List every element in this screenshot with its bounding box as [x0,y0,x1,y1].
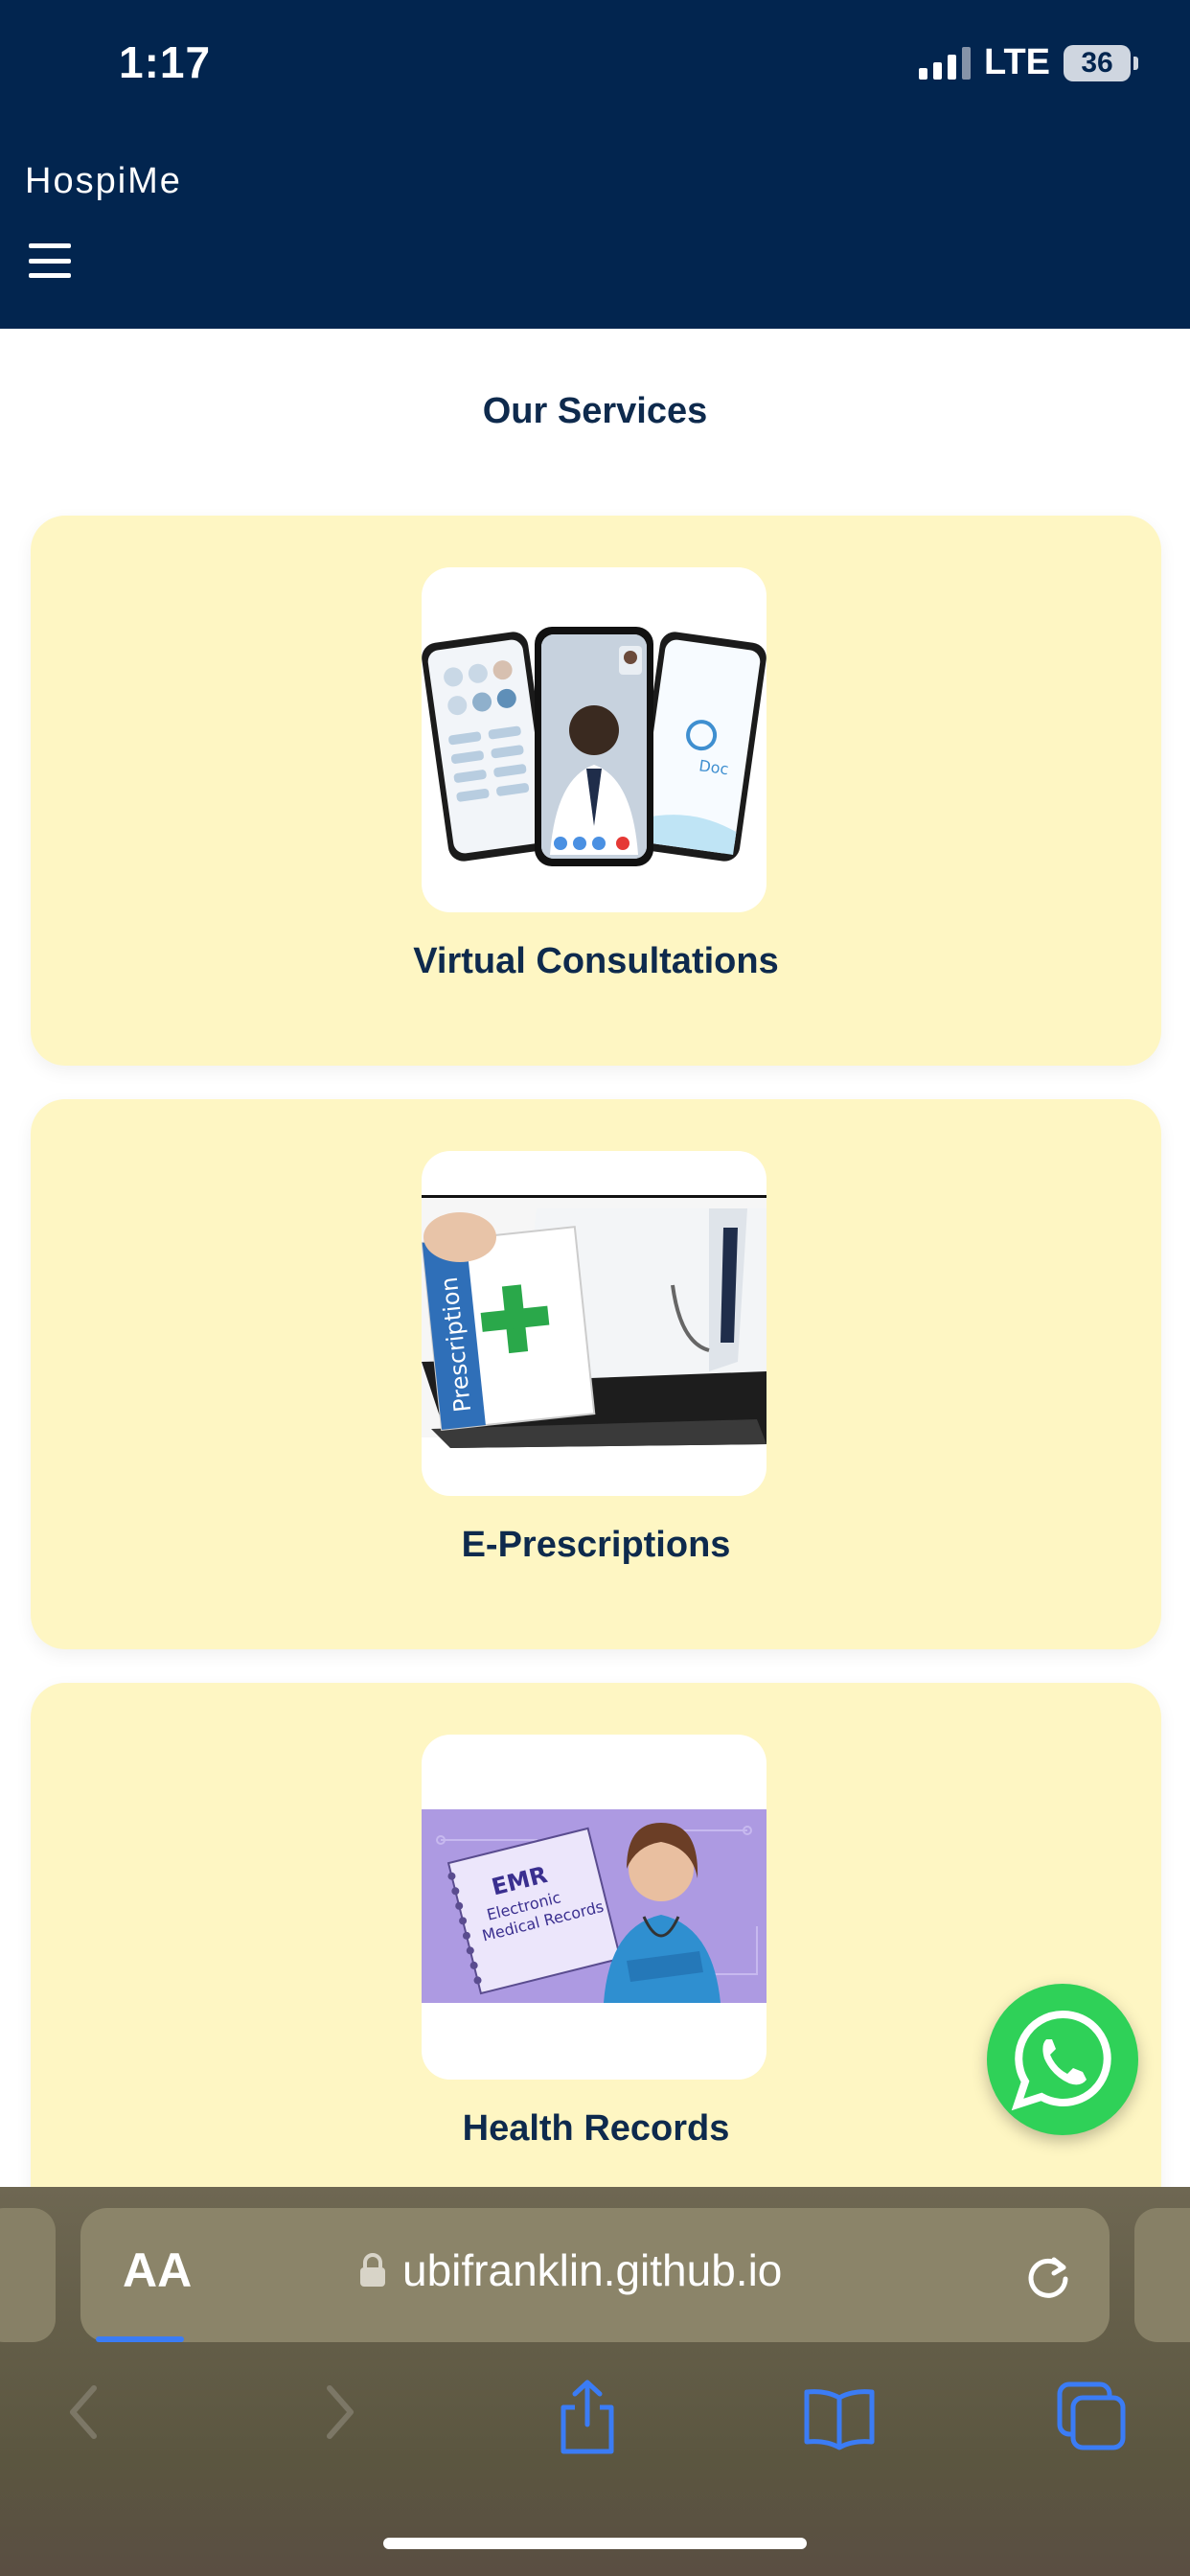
brand-name[interactable]: HospiMe [25,161,182,202]
service-card-e-prescriptions[interactable]: Prescription E-Prescriptions [31,1099,1161,1649]
next-tab-preview[interactable] [1134,2208,1190,2342]
tabs-icon[interactable] [1054,2379,1131,2459]
browser-bottom-bar: AA ubifranklin.github.io [0,2187,1190,2576]
share-icon[interactable] [554,2379,621,2459]
section-title: Our Services [482,391,708,431]
back-icon[interactable] [59,2379,107,2450]
url-text: ubifranklin.github.io [402,2245,783,2295]
status-time: 1:17 [119,37,212,87]
bookmarks-icon[interactable] [801,2379,878,2459]
previous-tab-preview[interactable] [0,2208,56,2342]
app-header: 1:17 LTE 36 HospiMe [0,0,1190,329]
signal-icon [919,46,972,80]
lock-icon [360,2253,385,2287]
hamburger-icon[interactable] [29,243,71,278]
address-bar[interactable]: AA ubifranklin.github.io [80,2208,1110,2342]
url-display[interactable]: ubifranklin.github.io [358,2244,782,2296]
service-label: Health Records [462,2108,730,2149]
service-image-virtual-consultations: Doc [422,567,767,912]
service-image-health-records: EMR Electronic Medical Records [422,1735,767,2080]
whatsapp-button[interactable] [987,1984,1138,2135]
status-indicators: LTE 36 [919,42,1138,83]
home-indicator[interactable] [383,2538,807,2549]
battery-icon: 36 [1064,44,1138,81]
service-label: Virtual Consultations [413,941,779,981]
service-image-e-prescriptions: Prescription [422,1151,767,1496]
reload-icon[interactable] [1021,2248,1075,2306]
forward-icon[interactable] [316,2379,364,2450]
whatsapp-icon [1011,2010,1111,2111]
text-size-button[interactable]: AA [123,2242,192,2298]
service-card-virtual-consultations[interactable]: Doc Virtual Consultations [31,516,1161,1066]
service-label: E-Prescriptions [461,1525,731,1565]
loading-progress [96,2336,184,2342]
service-card-health-records[interactable]: EMR Electronic Medical Records Health Re… [31,1683,1161,2233]
network-type: LTE [984,42,1050,82]
browser-toolbar [0,2379,1190,2494]
battery-level: 36 [1081,46,1113,79]
